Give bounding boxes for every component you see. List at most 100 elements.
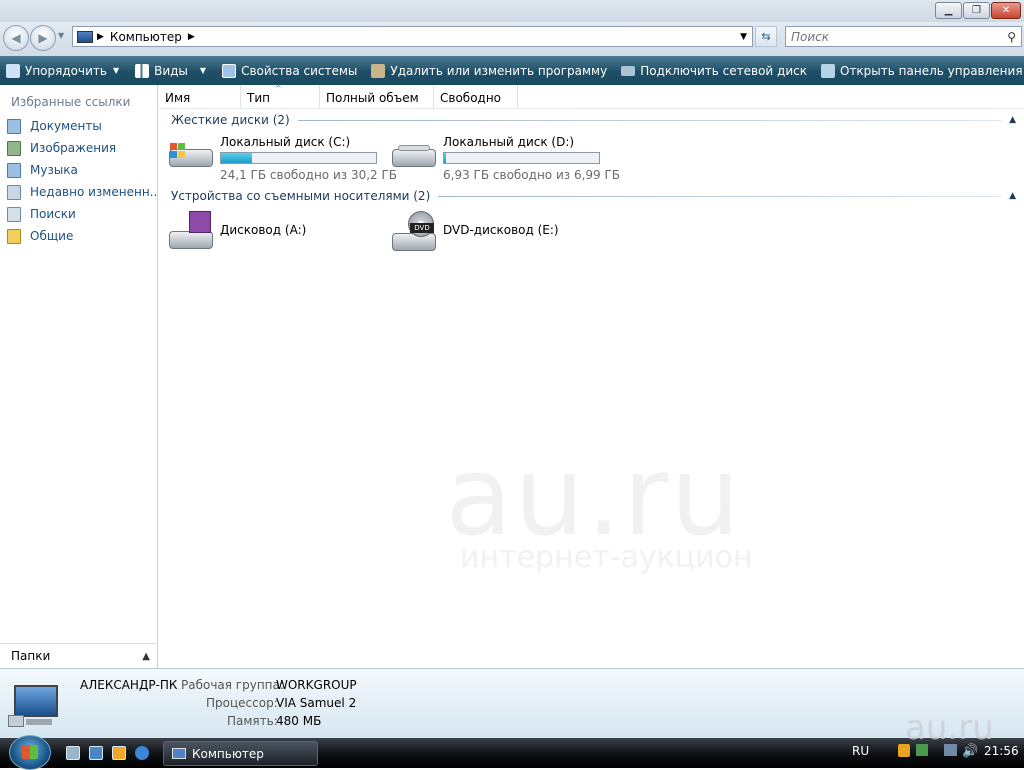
- drive-label: Дисковод (A:): [220, 223, 307, 237]
- navigation-pane: Избранные ссылки Документы Изображения М…: [0, 85, 158, 668]
- breadcrumb-computer[interactable]: Компьютер: [110, 30, 182, 44]
- organize-icon: [6, 63, 20, 78]
- floppy-drive-icon: [167, 209, 215, 249]
- group-header-removable[interactable]: Устройства со съемными носителями (2) ▲: [171, 189, 1016, 203]
- media-player-icon[interactable]: [112, 746, 126, 760]
- usage-bar: [220, 152, 377, 164]
- drive-e[interactable]: DVD DVD-дисковод (E:): [390, 209, 559, 251]
- open-control-panel-button[interactable]: Открыть панель управления: [817, 56, 1024, 85]
- command-bar: Упорядочить ▼ Виды ▼ Свойства системы Уд…: [0, 56, 1024, 85]
- minimize-button[interactable]: ▁: [935, 2, 962, 19]
- favorite-links-header: Избранные ссылки: [11, 95, 131, 109]
- usage-bar: [443, 152, 600, 164]
- watermark-corner: au.ru: [905, 708, 994, 748]
- column-header-name[interactable]: Имя: [159, 85, 241, 108]
- chevron-down-icon: ▼: [199, 66, 207, 75]
- usage-bar-fill: [444, 153, 446, 163]
- details-pane: АЛЕКСАНДР-ПК Рабочая группа: WORKGROUP П…: [0, 668, 1024, 738]
- uninstall-program-button[interactable]: Удалить или изменить программу: [367, 56, 611, 85]
- drive-d[interactable]: Локальный диск (D:) 6,93 ГБ свободно из …: [390, 133, 620, 182]
- searches-icon: [7, 206, 21, 222]
- folders-toggle[interactable]: Папки ▲: [0, 643, 158, 668]
- computer-icon: [172, 748, 186, 759]
- sidebar-item-searches[interactable]: Поиски: [0, 203, 157, 225]
- show-desktop-icon[interactable]: [66, 746, 80, 760]
- taskbar-item-computer[interactable]: Компьютер: [163, 741, 318, 766]
- sidebar-item-documents[interactable]: Документы: [0, 115, 157, 137]
- switch-windows-icon[interactable]: [89, 746, 103, 760]
- column-header-free-space[interactable]: Свободно: [434, 85, 518, 108]
- refresh-button[interactable]: ⇆: [755, 26, 777, 47]
- recent-pages-dropdown[interactable]: ▼: [58, 31, 64, 40]
- breadcrumb-chevron-icon[interactable]: ▶: [188, 32, 195, 42]
- cpu-label: Процессор:: [206, 696, 278, 710]
- memory-label: Память:: [227, 714, 278, 728]
- memory-value: 480 МБ: [276, 714, 322, 728]
- workgroup-value: WORKGROUP: [276, 678, 357, 692]
- forward-button[interactable]: ▶: [30, 25, 56, 51]
- group-divider: [438, 195, 1002, 197]
- sidebar-item-music[interactable]: Музыка: [0, 159, 157, 181]
- group-header-hard-drives[interactable]: Жесткие диски (2) ▲: [171, 113, 1016, 127]
- search-box[interactable]: ⚲: [785, 26, 1022, 47]
- sidebar-item-pictures[interactable]: Изображения: [0, 137, 157, 159]
- system-properties-icon: [222, 63, 237, 78]
- taskbar: [0, 738, 1024, 768]
- free-space-text: 24,1 ГБ свободно из 30,2 ГБ: [220, 168, 398, 182]
- explorer-window: ▁ ❐ ✕ ◀ ▶ ▼ ▶ Компьютер ▶ ▼ ⇆ ⚲ Упорядоч…: [0, 0, 1024, 738]
- drive-label: Локальный диск (C:): [220, 135, 351, 149]
- title-bar: ▁ ❐ ✕: [0, 0, 1024, 22]
- music-icon: [7, 162, 21, 178]
- column-header-type[interactable]: Тип ^: [241, 84, 320, 108]
- recent-icon: [7, 184, 21, 200]
- sidebar-item-public[interactable]: Общие: [0, 225, 157, 247]
- chevron-up-icon: ▲: [142, 650, 150, 662]
- windows-logo-icon: [22, 745, 38, 759]
- address-bar[interactable]: ▶ Компьютер ▶ ▼: [72, 26, 753, 47]
- public-folder-icon: [7, 228, 21, 244]
- views-button[interactable]: Виды ▼: [131, 56, 210, 85]
- forward-arrow-icon: ▶: [38, 31, 48, 45]
- drive-label: DVD-дисковод (E:): [443, 223, 559, 237]
- close-button[interactable]: ✕: [991, 2, 1021, 19]
- system-properties-button[interactable]: Свойства системы: [218, 56, 361, 85]
- file-list: Имя Тип ^ Полный объем Свободно Жесткие …: [159, 84, 1024, 668]
- drive-label: Локальный диск (D:): [443, 135, 575, 149]
- map-network-drive-button[interactable]: Подключить сетевой диск: [617, 56, 811, 85]
- maximize-button[interactable]: ❐: [963, 2, 990, 19]
- documents-icon: [7, 118, 21, 134]
- back-button[interactable]: ◀: [3, 25, 29, 51]
- views-icon: [135, 63, 150, 78]
- drive-a[interactable]: Дисковод (A:): [167, 209, 306, 249]
- sort-ascending-icon: ^: [275, 84, 282, 93]
- computer-icon: [77, 30, 93, 43]
- internet-explorer-icon[interactable]: [135, 746, 149, 760]
- back-arrow-icon: ◀: [11, 31, 21, 45]
- dvd-drive-icon: DVD: [390, 209, 438, 251]
- workgroup-label: Рабочая группа:: [181, 678, 284, 692]
- usage-bar-fill: [221, 153, 252, 163]
- drive-c[interactable]: Локальный диск (C:) 24,1 ГБ свободно из …: [167, 133, 397, 182]
- collapse-group-icon[interactable]: ▲: [1009, 191, 1016, 201]
- pictures-icon: [7, 140, 21, 156]
- computer-name: АЛЕКСАНДР-ПК: [80, 678, 178, 692]
- chevron-down-icon: ▼: [112, 66, 120, 75]
- sidebar-item-recent[interactable]: Недавно измененн...: [0, 181, 157, 203]
- group-divider: [297, 119, 1002, 121]
- language-indicator[interactable]: RU: [852, 744, 869, 758]
- address-dropdown-icon[interactable]: ▼: [740, 32, 747, 42]
- collapse-group-icon[interactable]: ▲: [1009, 115, 1016, 125]
- organize-button[interactable]: Упорядочить ▼: [0, 56, 123, 85]
- uninstall-icon: [371, 63, 386, 78]
- free-space-text: 6,93 ГБ свободно из 6,99 ГБ: [443, 168, 621, 182]
- folders-label: Папки: [11, 649, 51, 663]
- search-input[interactable]: [786, 29, 996, 44]
- hard-drive-windows-icon: [167, 133, 215, 173]
- start-button[interactable]: [9, 735, 51, 770]
- network-drive-icon: [621, 65, 636, 76]
- control-panel-icon: [821, 63, 835, 78]
- cpu-value: VIA Samuel 2: [276, 696, 357, 710]
- column-header-total-size[interactable]: Полный объем: [320, 85, 434, 108]
- computer-icon: [8, 685, 60, 727]
- search-icon[interactable]: ⚲: [1007, 30, 1016, 44]
